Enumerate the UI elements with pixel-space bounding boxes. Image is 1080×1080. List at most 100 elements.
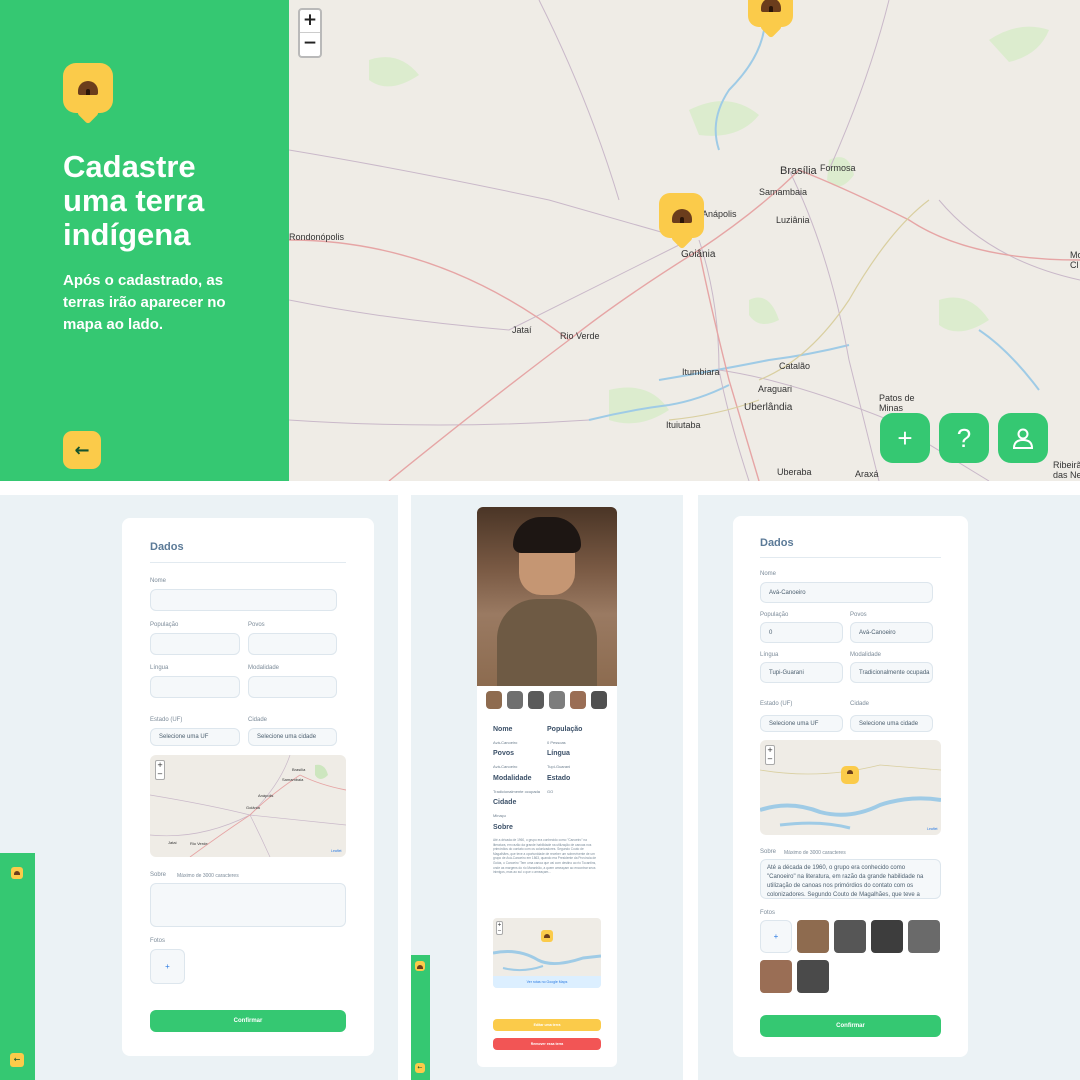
detail-map[interactable]: + − Ver rotas no Google Maps	[493, 918, 601, 988]
modality-input[interactable]	[248, 676, 337, 698]
back-button[interactable]: ←	[63, 431, 101, 469]
city-label: Luziânia	[776, 215, 810, 225]
photo-thumbnail[interactable]	[834, 920, 866, 953]
location-map[interactable]: + − Leaflet	[760, 740, 941, 835]
language-input[interactable]	[150, 676, 240, 698]
field-modality-heading: Modalidade	[493, 775, 532, 782]
logo-icon	[415, 961, 425, 971]
name-label: Nome	[150, 578, 167, 584]
city-label: Anápolis	[702, 209, 737, 219]
thumbnail[interactable]	[528, 691, 544, 709]
city-select[interactable]: Selecione uma cidade	[850, 715, 933, 732]
mini-sidebar: ←	[0, 853, 35, 1080]
photo-thumbnail[interactable]	[760, 960, 792, 993]
map-marker-icon[interactable]	[748, 0, 793, 27]
modality-input[interactable]: Tradicionalmente ocupada	[850, 662, 933, 683]
city-label: Rio Verde	[560, 331, 600, 341]
peoples-input[interactable]: Avá-Canoeiro	[850, 622, 933, 643]
confirm-button[interactable]: Confirmar	[150, 1010, 346, 1032]
map-zoom-control[interactable]: + −	[496, 921, 503, 935]
detail-card: Nome Avá-Canoeiro População 0 Pessoas Po…	[477, 507, 617, 1067]
form-card: Dados Nome Avá-Canoeiro População Povos …	[733, 516, 968, 1057]
divider	[150, 562, 346, 563]
thumbnail[interactable]	[591, 691, 607, 709]
city-label: Catalão	[779, 361, 811, 371]
back-button[interactable]: ←	[415, 1063, 425, 1073]
about-label: Sobre	[150, 872, 167, 878]
about-label: Sobre	[760, 849, 777, 855]
map-zoom-control[interactable]: + −	[155, 760, 165, 780]
field-language-heading: Língua	[547, 750, 570, 757]
help-label: ?	[956, 422, 972, 453]
field-population-heading: População	[547, 726, 583, 733]
thumbnail[interactable]	[570, 691, 586, 709]
help-button[interactable]: ?	[939, 413, 989, 463]
arrow-left-icon: ←	[74, 439, 90, 461]
zoom-in-button[interactable]: +	[300, 10, 320, 33]
map-marker-icon[interactable]	[541, 930, 553, 942]
field-state-value: GO	[547, 789, 554, 794]
map-link[interactable]: Ver rotas no Google Maps	[493, 976, 601, 988]
back-button[interactable]: ←	[10, 1053, 24, 1067]
photos-label: Fotos	[760, 910, 776, 916]
map-attribution[interactable]: Leaflet	[927, 827, 938, 831]
location-map[interactable]: Brasília Samambaia Anápolis Goiânia Jata…	[150, 755, 346, 857]
photo-thumbnail[interactable]	[871, 920, 903, 953]
photo-thumbnail[interactable]	[797, 960, 829, 993]
thumbnail[interactable]	[507, 691, 523, 709]
field-name-value: Avá-Canoeiro	[493, 740, 518, 745]
profile-button[interactable]	[998, 413, 1048, 463]
add-photo-button[interactable]: +	[760, 920, 792, 953]
city-label: Jataí	[512, 325, 532, 335]
city-label: Itumbiara	[682, 367, 720, 377]
city-select[interactable]: Selecione uma cidade	[248, 728, 337, 746]
edit-button[interactable]: Editar uma terra	[493, 1019, 601, 1031]
main-map[interactable]: Brasília Formosa Samambaia Anápolis Luzi…	[289, 0, 1080, 481]
population-label: População	[760, 612, 789, 618]
city-label: Cidade	[248, 717, 268, 723]
peoples-input[interactable]	[248, 633, 337, 655]
state-select[interactable]: Selecione uma UF	[760, 715, 843, 732]
add-land-button[interactable]: +	[880, 413, 930, 463]
name-input[interactable]	[150, 589, 337, 611]
photo-thumbnail[interactable]	[797, 920, 829, 953]
name-input[interactable]: Avá-Canoeiro	[760, 582, 933, 603]
city-label: Anápolis	[258, 793, 274, 798]
map-zoom-control[interactable]: + −	[765, 745, 775, 765]
map-marker-icon[interactable]	[659, 193, 704, 238]
modality-label: Modalidade	[248, 665, 280, 671]
city-label: Ituiutaba	[666, 420, 701, 430]
field-city-value: Minaçu	[493, 813, 506, 818]
photo-thumbnail[interactable]	[908, 920, 940, 953]
zoom-out-button[interactable]: −	[300, 33, 320, 56]
about-heading: Sobre	[493, 824, 513, 831]
field-city-heading: Cidade	[493, 799, 517, 806]
map-zoom-control: + −	[298, 8, 322, 58]
divider	[760, 557, 941, 558]
field-state-heading: Estado	[547, 775, 571, 782]
add-photo-button[interactable]: +	[150, 949, 185, 984]
about-textarea[interactable]	[150, 883, 346, 927]
thumbnail[interactable]	[486, 691, 502, 709]
population-input[interactable]	[150, 633, 240, 655]
city-label: Rondonópolis	[289, 232, 345, 242]
city-label: Uberlândia	[744, 402, 793, 413]
state-select[interactable]: Selecione uma UF	[150, 728, 240, 746]
language-label: Língua	[760, 652, 779, 658]
population-input[interactable]: 0	[760, 622, 843, 643]
thumbnail[interactable]	[549, 691, 565, 709]
city-label: Jataí	[168, 840, 177, 845]
peoples-label: Povos	[850, 612, 867, 618]
form-card: Dados Nome População Povos Língua Modali…	[122, 518, 374, 1056]
map-marker-icon[interactable]	[841, 766, 859, 784]
city-label: Brasília	[292, 767, 306, 772]
about-textarea[interactable]: Até a década de 1960, o grupo era conhec…	[760, 859, 941, 899]
language-label: Língua	[150, 665, 169, 671]
city-label: Cidade	[850, 701, 870, 707]
confirm-button[interactable]: Confirmar	[760, 1015, 941, 1037]
city-label: Patos de Minas	[879, 393, 915, 413]
map-attribution[interactable]: Leaflet	[331, 849, 342, 853]
remove-button[interactable]: Remover essa terra	[493, 1038, 601, 1050]
language-input[interactable]: Tupi-Guarani	[760, 662, 843, 683]
top-screen: Cadastre uma terra indígena Após o cadas…	[0, 0, 1080, 481]
